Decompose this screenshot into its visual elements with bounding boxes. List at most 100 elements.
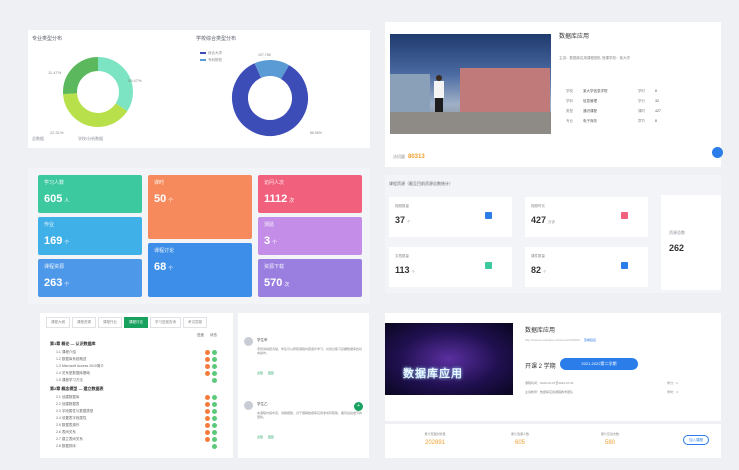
stat-tile-assignments[interactable]: 作业 169 个 — [38, 217, 142, 255]
list-item[interactable]: 2.3 字段属性与数据类型 — [40, 408, 233, 415]
stat-tile-visits[interactable]: 访问人次 1112 次 — [258, 175, 362, 213]
intro-url: http://course.example.cn/course/2019001 查… — [525, 338, 596, 342]
stat-page-views: 累计页面浏览量 202891 — [405, 432, 465, 446]
stat-label: 访问人次 — [264, 180, 285, 186]
hourglass-icon — [621, 212, 628, 219]
comment-author: 学生乙 — [257, 402, 268, 406]
stat-tile-learners[interactable]: 学习人数 605 人 — [38, 175, 142, 213]
list-item[interactable]: 2.8 数据排序 — [40, 443, 233, 450]
like-link[interactable]: 点赞 — [257, 371, 263, 375]
status-dot — [205, 409, 210, 414]
stat-tile-discussions[interactable]: 课程讨论 68 个 — [148, 243, 252, 297]
status-dot — [205, 437, 210, 442]
header-status: 状态 — [210, 333, 217, 337]
pie-legend-1: 综合大学 — [208, 50, 222, 55]
info-row: 类型 通识课程 课时 427 — [566, 109, 661, 113]
tab-assignments[interactable]: 课程作业 — [98, 317, 122, 328]
stat-unit: 个 — [64, 282, 70, 288]
reply-link[interactable]: 回复 — [268, 371, 274, 375]
stat-label: 累计页面浏览量 — [424, 432, 446, 436]
stat-unit: 次 — [284, 282, 290, 288]
course-intro-panel: 数据库应用 数据库应用 http://course.example.cn/cou… — [385, 313, 721, 458]
list-item[interactable]: 1.4 关系型数据库基础 — [40, 370, 233, 377]
stat-value: 68 — [154, 261, 167, 273]
tab-resources[interactable]: 课程资源 — [72, 317, 96, 328]
view-link[interactable]: 查看链接 — [584, 338, 596, 342]
status-dot — [212, 444, 217, 449]
donut-chart: 11.47% 59.47% 22.31% — [48, 57, 142, 135]
chapter-title[interactable]: 第2章 概念模型 — 建立数据表 — [40, 384, 233, 394]
discussion-panel: 学生甲 老师讲得很清楚，学生可以按照课程内容逐步学习，并通过练习掌握数据库的基本… — [238, 313, 369, 458]
stat-value: 1112 — [264, 193, 288, 205]
section-label: 1.2 数据库系统概述 — [56, 357, 87, 361]
course-outline-panel: 课程大纲 课程资源 课程作业 课程讨论 学习进度查询 考试答疑 进度 状态 第1… — [40, 313, 233, 458]
list-item[interactable]: 1.5 课程学习方法 — [40, 377, 233, 384]
stat-label: 课程讨论 — [154, 248, 175, 254]
section-label: 2.1 创建数据库 — [56, 395, 80, 399]
list-item[interactable]: 2.6 表间关系 — [40, 429, 233, 436]
floating-action-button[interactable] — [712, 147, 723, 158]
resource-card-slides[interactable]: 课件数量 82 个 — [525, 247, 648, 287]
tab-qa[interactable]: 考试答疑 — [183, 317, 207, 328]
list-item[interactable]: 2.5 数据表操作 — [40, 422, 233, 429]
list-item[interactable]: 2.4 设置表字段属性 — [40, 415, 233, 422]
reply-button[interactable]: + — [354, 402, 363, 411]
comment-text: 老师讲得很清楚，学生可以按照课程内容逐步学习，并通过练习掌握数据库的基本操作。 — [257, 347, 363, 356]
stat-unit: 个 — [168, 266, 174, 272]
list-item[interactable]: 1.1 课程介绍 — [40, 349, 233, 356]
stat-unit: 个 — [272, 240, 278, 246]
list-item[interactable]: 1.3 Microsoft Access 2010简介 — [40, 363, 233, 370]
semester-select-button[interactable]: 2021-2022第二学期 — [560, 358, 638, 370]
stat-enrollments: 累计选课人数 605 — [490, 432, 550, 446]
stat-unit: 个 — [168, 198, 174, 204]
course-meta: 主讲：数据库应用课程团队 授课学校：某大学 — [559, 56, 630, 60]
stat-tile-quizzes[interactable]: 测验 3个 — [258, 217, 362, 255]
course-teacher: 主讲教师：数据库应用课程教学团队 — [525, 390, 574, 394]
like-link[interactable]: 点赞 — [257, 435, 263, 439]
comment-item: 学生甲 老师讲得很清楚，学生可以按照课程内容逐步学习，并通过练习掌握数据库的基本… — [244, 337, 363, 377]
resource-card-duration[interactable]: 视频时长 427 分钟 — [525, 197, 648, 237]
resource-total-card[interactable]: 资源总数 262 — [661, 195, 721, 290]
stat-tile-resources[interactable]: 课程资源 263 个 — [38, 259, 142, 297]
chart-footer-left: 总数据 — [32, 136, 44, 142]
presenter-figure — [435, 98, 443, 112]
status-dot — [212, 378, 217, 383]
course-cover-image[interactable]: 数据库应用 — [385, 323, 513, 395]
list-item[interactable]: 2.7 建立表间关系 — [40, 436, 233, 443]
chapter-title[interactable]: 第1章 概论 — 认识数据库 — [40, 339, 233, 349]
resource-card-videos[interactable]: 视频数量 37 个 — [389, 197, 512, 237]
stats-tiles-panel: 学习人数 605 人 课时 50 个 访问人次 1112 次 作业 169 个 测验 3… — [28, 168, 370, 304]
header-progress: 进度 — [197, 333, 204, 337]
donut-label-2: 59.47% — [128, 78, 142, 83]
resource-unit: 个 — [543, 270, 547, 274]
stat-tile-downloads[interactable]: 资源下载 570 次 — [258, 259, 362, 297]
status-dot — [212, 437, 217, 442]
resource-total-value: 262 — [669, 243, 685, 253]
video-icon — [485, 212, 492, 219]
cover-title: 数据库应用 — [403, 368, 463, 380]
reply-link[interactable]: 回复 — [268, 435, 274, 439]
list-item[interactable]: 2.2 创建数据表 — [40, 401, 233, 408]
tab-discussion[interactable]: 课程讨论 — [124, 317, 148, 328]
resource-value: 427 — [531, 215, 547, 225]
stat-unit: 人 — [64, 198, 70, 204]
section-label: 2.4 设置表字段属性 — [56, 416, 87, 420]
list-item[interactable]: 2.1 创建数据库 — [40, 394, 233, 401]
comment-item: 学生乙 本课程内容丰富，讲解细致，对于理解数据库应用非常有帮助，期待后续章节的更… — [244, 401, 363, 441]
section-label: 2.2 创建数据表 — [56, 402, 80, 406]
join-course-button[interactable]: 加入课程 — [683, 435, 709, 445]
pie-chart: 综合大学 专科院校 107.788 88.96% — [200, 50, 322, 136]
video-player[interactable] — [390, 34, 551, 134]
donut-label-3: 22.31% — [50, 130, 64, 135]
course-time: 课程时间：2022-02-07至2022-07-01 — [525, 381, 574, 385]
tab-progress[interactable]: 学习进度查询 — [150, 317, 181, 328]
pie-label-1: 107.788 — [258, 53, 271, 57]
list-item[interactable]: 1.2 数据库系统概述 — [40, 356, 233, 363]
resource-value: 37 — [395, 215, 406, 225]
info-row: 学科 信息管理 学分 32 — [566, 99, 659, 103]
donut-chart-title: 专业类型分布 — [32, 36, 63, 42]
tab-outline[interactable]: 课程大纲 — [46, 317, 70, 328]
resource-card-documents[interactable]: 文档数量 113 个 — [389, 247, 512, 287]
status-dot — [205, 430, 210, 435]
stat-tile-lessons[interactable]: 课时 50 个 — [148, 175, 252, 239]
